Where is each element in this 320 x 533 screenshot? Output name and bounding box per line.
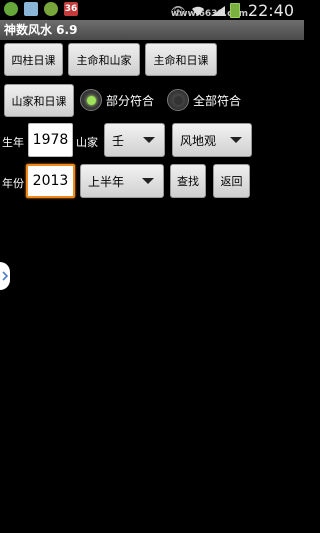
back-button[interactable]: 返回 <box>213 164 250 198</box>
dropdown-arrow-icon <box>143 137 155 143</box>
sizhu-rike-button[interactable]: 四柱日课 <box>4 43 63 76</box>
fengdi-select-value: 风地观 <box>180 133 217 148</box>
shanjia-label: 山家 <box>76 136 98 149</box>
zhuming-rike-button[interactable]: 主命和日课 <box>145 43 217 76</box>
half-year-select-value: 上半年 <box>88 174 125 189</box>
dropdown-arrow-icon <box>142 178 154 184</box>
radio-partial-match[interactable]: 部分符合 <box>80 89 154 111</box>
radio-unchecked-icon[interactable] <box>167 89 189 111</box>
wechat-icon <box>4 2 18 16</box>
birth-year-label: 生年 <box>2 136 24 149</box>
wifi-icon <box>191 6 204 16</box>
eye-icon: 👁 <box>170 3 186 18</box>
radio-full-label: 全部符合 <box>193 93 242 108</box>
signal-icon <box>210 5 225 16</box>
clock: 22:40 <box>247 1 294 20</box>
birth-year-input[interactable]: 1978 <box>28 123 73 157</box>
half-year-select[interactable]: 上半年 <box>80 164 164 198</box>
year-input[interactable]: 2013 <box>26 164 75 198</box>
radio-checked-icon[interactable] <box>80 89 102 111</box>
battery-icon <box>229 3 240 18</box>
shanjia-select[interactable]: 壬 <box>104 123 165 157</box>
app-36-icon: 36 <box>64 2 78 16</box>
zhuming-shanjia-button[interactable]: 主命和山家 <box>68 43 140 76</box>
bug-icon <box>44 2 58 16</box>
search-button[interactable]: 查找 <box>170 164 206 198</box>
dropdown-arrow-icon <box>230 137 242 143</box>
side-drawer-handle[interactable] <box>0 262 10 290</box>
app-title: 神数风水 6.9 <box>0 20 304 40</box>
shanjia-select-value: 壬 <box>112 133 125 148</box>
picture-icon <box>24 2 38 16</box>
radio-partial-label: 部分符合 <box>106 93 155 108</box>
year-label: 年份 <box>2 177 24 190</box>
fengdi-select[interactable]: 风地观 <box>172 123 252 157</box>
shanjia-rike-button[interactable]: 山家和日课 <box>4 84 74 117</box>
chevron-right-icon <box>2 271 8 281</box>
status-bar: 36 www.6631.com 👁 22:40 <box>0 0 300 20</box>
radio-full-match[interactable]: 全部符合 <box>167 89 241 111</box>
